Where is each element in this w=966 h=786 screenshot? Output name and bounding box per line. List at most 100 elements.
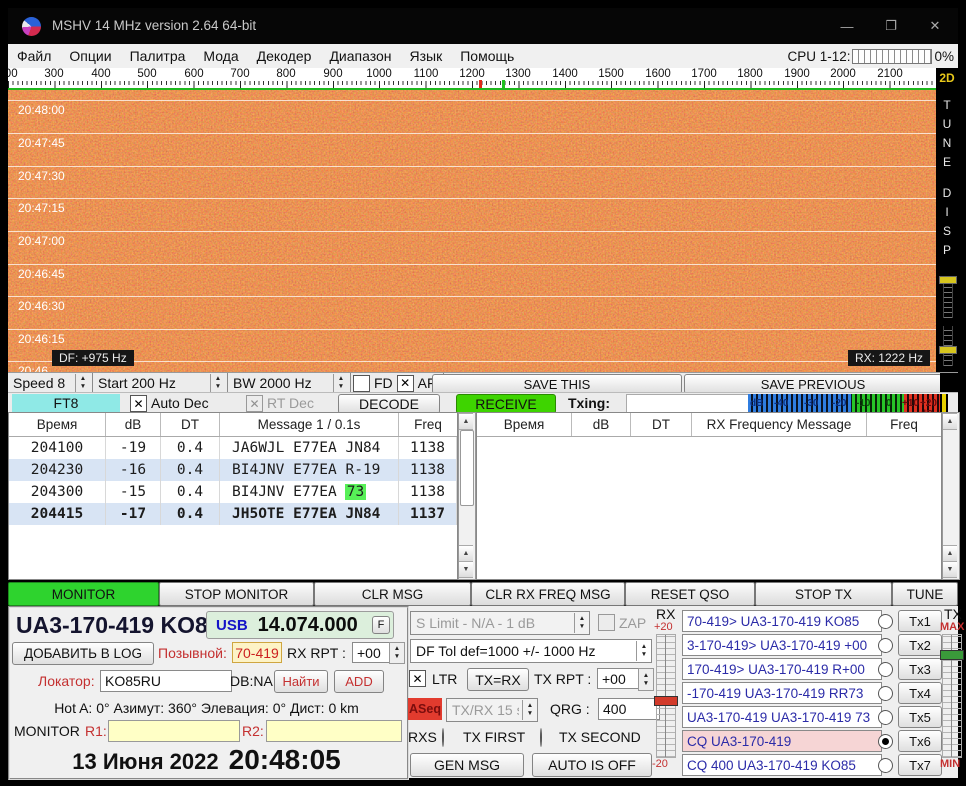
bw-spinner[interactable]: BW 2000 Hz ▲▼ [228,373,351,393]
disp-button[interactable]: S [936,224,958,238]
menu-band[interactable]: Диапазон [320,48,400,64]
tx4-radio[interactable] [878,686,893,701]
right-table-scrollbar[interactable]: ▲ ▲ ▼ [942,412,960,580]
tune-button[interactable]: E [936,155,958,169]
locator-field[interactable]: KO85RU [100,670,232,692]
tx4-button[interactable]: Tx4 [898,682,942,704]
tx2-radio[interactable] [878,638,893,653]
menu-language[interactable]: Язык [401,48,452,64]
scroll-up-icon[interactable]: ▲ [943,413,957,430]
save-this-button[interactable]: SAVE THIS [432,374,682,394]
aseq-indicator[interactable]: ASeq [408,698,442,720]
spinner-arrows[interactable]: ▲▼ [210,374,225,392]
waterfall-display[interactable]: 20:48:00 20:47:45 20:47:30 20:47:15 20:4… [8,88,936,372]
dx-callsign-field[interactable]: 70-419 [232,642,282,663]
menu-file[interactable]: Файл [8,48,60,64]
txrx-period-spinner[interactable]: TX/RX 15 s ▲▼ [446,698,538,722]
decoded-messages-table[interactable]: Время dB DT Message 1 / 0.1s Freq 204100… [8,412,458,580]
tx-rpt-spinner[interactable]: ▲▼ [638,668,654,691]
spinner-arrows[interactable]: ▲▼ [522,700,537,720]
tx6-message-field[interactable]: CQ UA3-170-419 [682,730,882,752]
s-limit-spinner[interactable]: S Limit - N/A - 1 dB ▲▼ [410,611,590,635]
tx7-message-field[interactable]: CQ 400 UA3-170-419 KO85 [682,754,882,776]
tx7-button[interactable]: Tx7 [898,754,942,776]
tx7-radio[interactable] [878,758,893,773]
spinner-arrows[interactable]: ▲▼ [333,374,348,392]
tx6-radio[interactable] [878,734,893,749]
tx-slider-handle[interactable] [940,650,964,660]
maximize-button[interactable]: ❐ [878,14,904,38]
qrg-value[interactable]: 400 [598,698,660,720]
tx6-button[interactable]: Tx6 [898,730,942,752]
ltr-checkbox[interactable]: ✕ [409,670,426,687]
scroll-up-icon[interactable]: ▲ [459,545,473,562]
fd-checkbox[interactable] [353,375,370,392]
spinner-arrows[interactable]: ▲▼ [574,613,589,633]
tx2-message-field[interactable]: 3-170-419> UA3-170-419 +00 [682,634,882,656]
rx-rpt-spinner[interactable]: ▲▼ [389,642,405,664]
tx4-message-field[interactable]: -170-419 UA3-170-419 RR73 [682,682,882,704]
df-tol-spinner[interactable]: DF Tol def=1000 +/- 1000 Hz ▲▼ [410,639,652,663]
zap-checkbox[interactable] [598,614,615,631]
r1-input[interactable] [108,720,240,742]
2d-toggle[interactable]: 2D [936,68,958,88]
disp-button[interactable]: D [936,186,958,200]
scrollbar-thumb[interactable] [460,430,474,506]
rx-rpt-value[interactable]: +00 [352,642,392,663]
frequency-scale[interactable]: 200 300 400 500 600 700 800 900 1000 110… [8,68,936,88]
left-table-scrollbar[interactable]: ▲ ▲ ▼ [458,412,476,580]
auto-is-off-button[interactable]: AUTO IS OFF [532,753,652,777]
tx1-message-field[interactable]: 70-419> UA3-170-419 KO85 [682,610,882,632]
menu-mode[interactable]: Мода [194,48,247,64]
reset-qso-button[interactable]: RESET QSO [625,582,755,606]
tx3-radio[interactable] [878,662,893,677]
spinner-arrows[interactable]: ▲▼ [75,374,90,392]
mode-indicator[interactable]: FT8 [12,394,120,412]
close-button[interactable]: ✕ [922,14,948,38]
tx2-button[interactable]: Tx2 [898,634,942,656]
tx-first-radio[interactable] [442,728,444,747]
stop-tx-button[interactable]: STOP TX [755,582,892,606]
tune-button[interactable]: U [936,117,958,131]
tx5-radio[interactable] [878,710,893,725]
tx5-button[interactable]: Tx5 [898,706,942,728]
tx-second-radio[interactable] [540,728,542,747]
tx-eq-rx-button[interactable]: TX=RX [467,668,529,691]
tune-button[interactable]: N [936,136,958,150]
table-row[interactable]: 204230 -16 0.4 BI4JNV E77EA R-19 1138 [9,459,457,481]
spinner-arrows[interactable]: ▲▼ [636,641,651,661]
menu-options[interactable]: Опции [60,48,120,64]
tx3-message-field[interactable]: 170-419> UA3-170-419 R+00 [682,658,882,680]
tx3-button[interactable]: Tx3 [898,658,942,680]
table-row[interactable]: 204300 -15 0.4 BI4JNV E77EA73 1138 [9,481,457,503]
find-button[interactable]: Найти [274,670,328,693]
gain-slider-handle[interactable] [939,276,957,284]
tx5-message-field[interactable]: UA3-170-419 UA3-170-419 73 [682,706,882,728]
add-to-log-button[interactable]: ДОБАВИТЬ В LOG [12,642,154,665]
af-checkbox[interactable]: ✕ [397,375,414,392]
r2-input[interactable] [266,720,402,742]
disp-button[interactable]: I [936,205,958,219]
speed-spinner[interactable]: Speed 8 ▲▼ [8,373,93,393]
tx1-button[interactable]: Tx1 [898,610,942,632]
clr-msg-button[interactable]: CLR MSG [314,582,471,606]
f-button[interactable]: F [372,616,390,634]
monitor-button[interactable]: MONITOR [8,582,159,606]
stop-monitor-button[interactable]: STOP MONITOR [159,582,314,606]
scroll-down-icon[interactable]: ▼ [459,561,473,578]
scroll-down-icon[interactable]: ▼ [943,561,957,578]
tune-button-bottom[interactable]: TUNE [892,582,958,606]
menu-decoder[interactable]: Декодер [248,48,321,64]
disp-button[interactable]: P [936,243,958,257]
rx-frequency-table[interactable]: Время dB DT RX Frequency Message Freq [476,412,942,580]
rt-dec-checkbox[interactable]: ✕ [246,395,263,412]
auto-dec-checkbox[interactable]: ✕ [130,395,147,412]
clr-rx-freq-msg-button[interactable]: CLR RX FREQ MSG [471,582,625,606]
tune-button[interactable]: T [936,98,958,112]
table-row[interactable]: 204100 -19 0.4 JA6WJL E77EA JN84 1138 [9,437,457,459]
minimize-button[interactable]: — [834,14,860,38]
scroll-up-icon[interactable]: ▲ [943,545,957,562]
tx-rpt-value[interactable]: +00 [597,668,641,689]
add-button[interactable]: ADD [334,670,384,693]
menu-help[interactable]: Помощь [451,48,523,64]
